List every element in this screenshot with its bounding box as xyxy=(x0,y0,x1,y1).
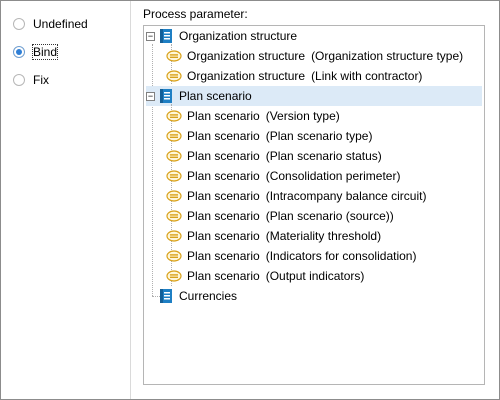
attribute-link-icon xyxy=(166,230,182,242)
tree-node-plan-scenario[interactable]: − Plan scenario xyxy=(146,86,482,106)
radio-label: Bind xyxy=(31,44,59,60)
node-suffix: (Intracompany balance circuit) xyxy=(265,189,427,203)
attribute-link-icon xyxy=(166,210,182,222)
node-label: Plan scenario xyxy=(179,89,252,103)
dialog-frame: Undefined Bind Fix Process parameter: − xyxy=(0,0,500,400)
tree-node-organization-structure[interactable]: − Organization structure xyxy=(146,26,297,46)
attribute-link-icon xyxy=(166,170,182,182)
dictionary-icon xyxy=(160,289,172,303)
node-suffix: (Materiality threshold) xyxy=(265,229,382,243)
node-label: Plan scenario xyxy=(187,269,260,283)
binding-mode-panel: Undefined Bind Fix xyxy=(1,1,130,399)
node-suffix: (Plan scenario (source)) xyxy=(265,209,394,223)
tree-node-attribute[interactable]: Plan scenario (Version type) xyxy=(166,106,340,126)
node-label: Plan scenario xyxy=(187,249,260,263)
dictionary-icon xyxy=(160,89,172,103)
node-suffix: (Plan scenario type) xyxy=(265,129,373,143)
radio-button[interactable] xyxy=(13,74,25,86)
tree-node-attribute[interactable]: Plan scenario (Plan scenario (source)) xyxy=(166,206,394,226)
node-label: Plan scenario xyxy=(187,189,260,203)
radio-dot xyxy=(16,49,22,55)
tree-node-currencies[interactable]: Currencies xyxy=(158,286,237,306)
radio-label: Undefined xyxy=(33,17,88,31)
radio-button[interactable] xyxy=(13,18,25,30)
node-label: Currencies xyxy=(179,289,238,303)
node-label: Plan scenario xyxy=(187,109,260,123)
minus-box-icon[interactable]: − xyxy=(146,31,155,41)
node-label: Plan scenario xyxy=(187,209,260,223)
tree-node-attribute[interactable]: Plan scenario (Materiality threshold) xyxy=(166,226,381,246)
radio-label: Fix xyxy=(33,73,49,87)
tree-node-attribute[interactable]: Organization structure (Link with contra… xyxy=(166,66,422,86)
tree-node-attribute[interactable]: Organization structure (Organization str… xyxy=(166,46,463,66)
node-label: Organization structure xyxy=(187,69,306,83)
minus-box-icon[interactable]: − xyxy=(146,91,155,101)
attribute-link-icon xyxy=(166,70,182,82)
node-suffix: (Consolidation perimeter) xyxy=(265,169,401,183)
tree-node-attribute[interactable]: Plan scenario (Consolidation perimeter) xyxy=(166,166,400,186)
process-parameter-label: Process parameter: xyxy=(143,7,248,21)
tree-connector xyxy=(152,44,153,296)
node-suffix: (Output indicators) xyxy=(265,269,365,283)
node-label: Plan scenario xyxy=(187,169,260,183)
attribute-link-icon xyxy=(166,50,182,62)
attribute-link-icon xyxy=(166,250,182,262)
node-label: Plan scenario xyxy=(187,149,260,163)
attribute-link-icon xyxy=(166,270,182,282)
attribute-link-icon xyxy=(166,190,182,202)
node-label: Plan scenario xyxy=(187,229,260,243)
node-label: Organization structure xyxy=(187,49,306,63)
radio-undefined[interactable]: Undefined xyxy=(13,15,88,33)
attribute-link-icon xyxy=(166,150,182,162)
parameter-tree[interactable]: − Organization structure Organization st… xyxy=(143,25,485,385)
node-suffix: (Indicators for consolidation) xyxy=(265,249,417,263)
node-suffix: (Version type) xyxy=(265,109,340,123)
tree-node-attribute[interactable]: Plan scenario (Indicators for consolidat… xyxy=(166,246,416,266)
radio-button[interactable] xyxy=(13,46,25,58)
panel-divider xyxy=(130,1,131,399)
node-label: Plan scenario xyxy=(187,129,260,143)
node-suffix: (Plan scenario status) xyxy=(265,149,382,163)
attribute-link-icon xyxy=(166,130,182,142)
radio-fix[interactable]: Fix xyxy=(13,71,49,89)
attribute-link-icon xyxy=(166,110,182,122)
tree-node-attribute[interactable]: Plan scenario (Plan scenario status) xyxy=(166,146,382,166)
tree-node-attribute[interactable]: Plan scenario (Plan scenario type) xyxy=(166,126,372,146)
tree-node-attribute[interactable]: Plan scenario (Output indicators) xyxy=(166,266,364,286)
tree-node-attribute[interactable]: Plan scenario (Intracompany balance circ… xyxy=(166,186,426,206)
node-suffix: (Organization structure type) xyxy=(311,49,464,63)
radio-bind[interactable]: Bind xyxy=(13,43,59,61)
node-suffix: (Link with contractor) xyxy=(311,69,423,83)
dictionary-icon xyxy=(160,29,172,43)
node-label: Organization structure xyxy=(179,29,298,43)
